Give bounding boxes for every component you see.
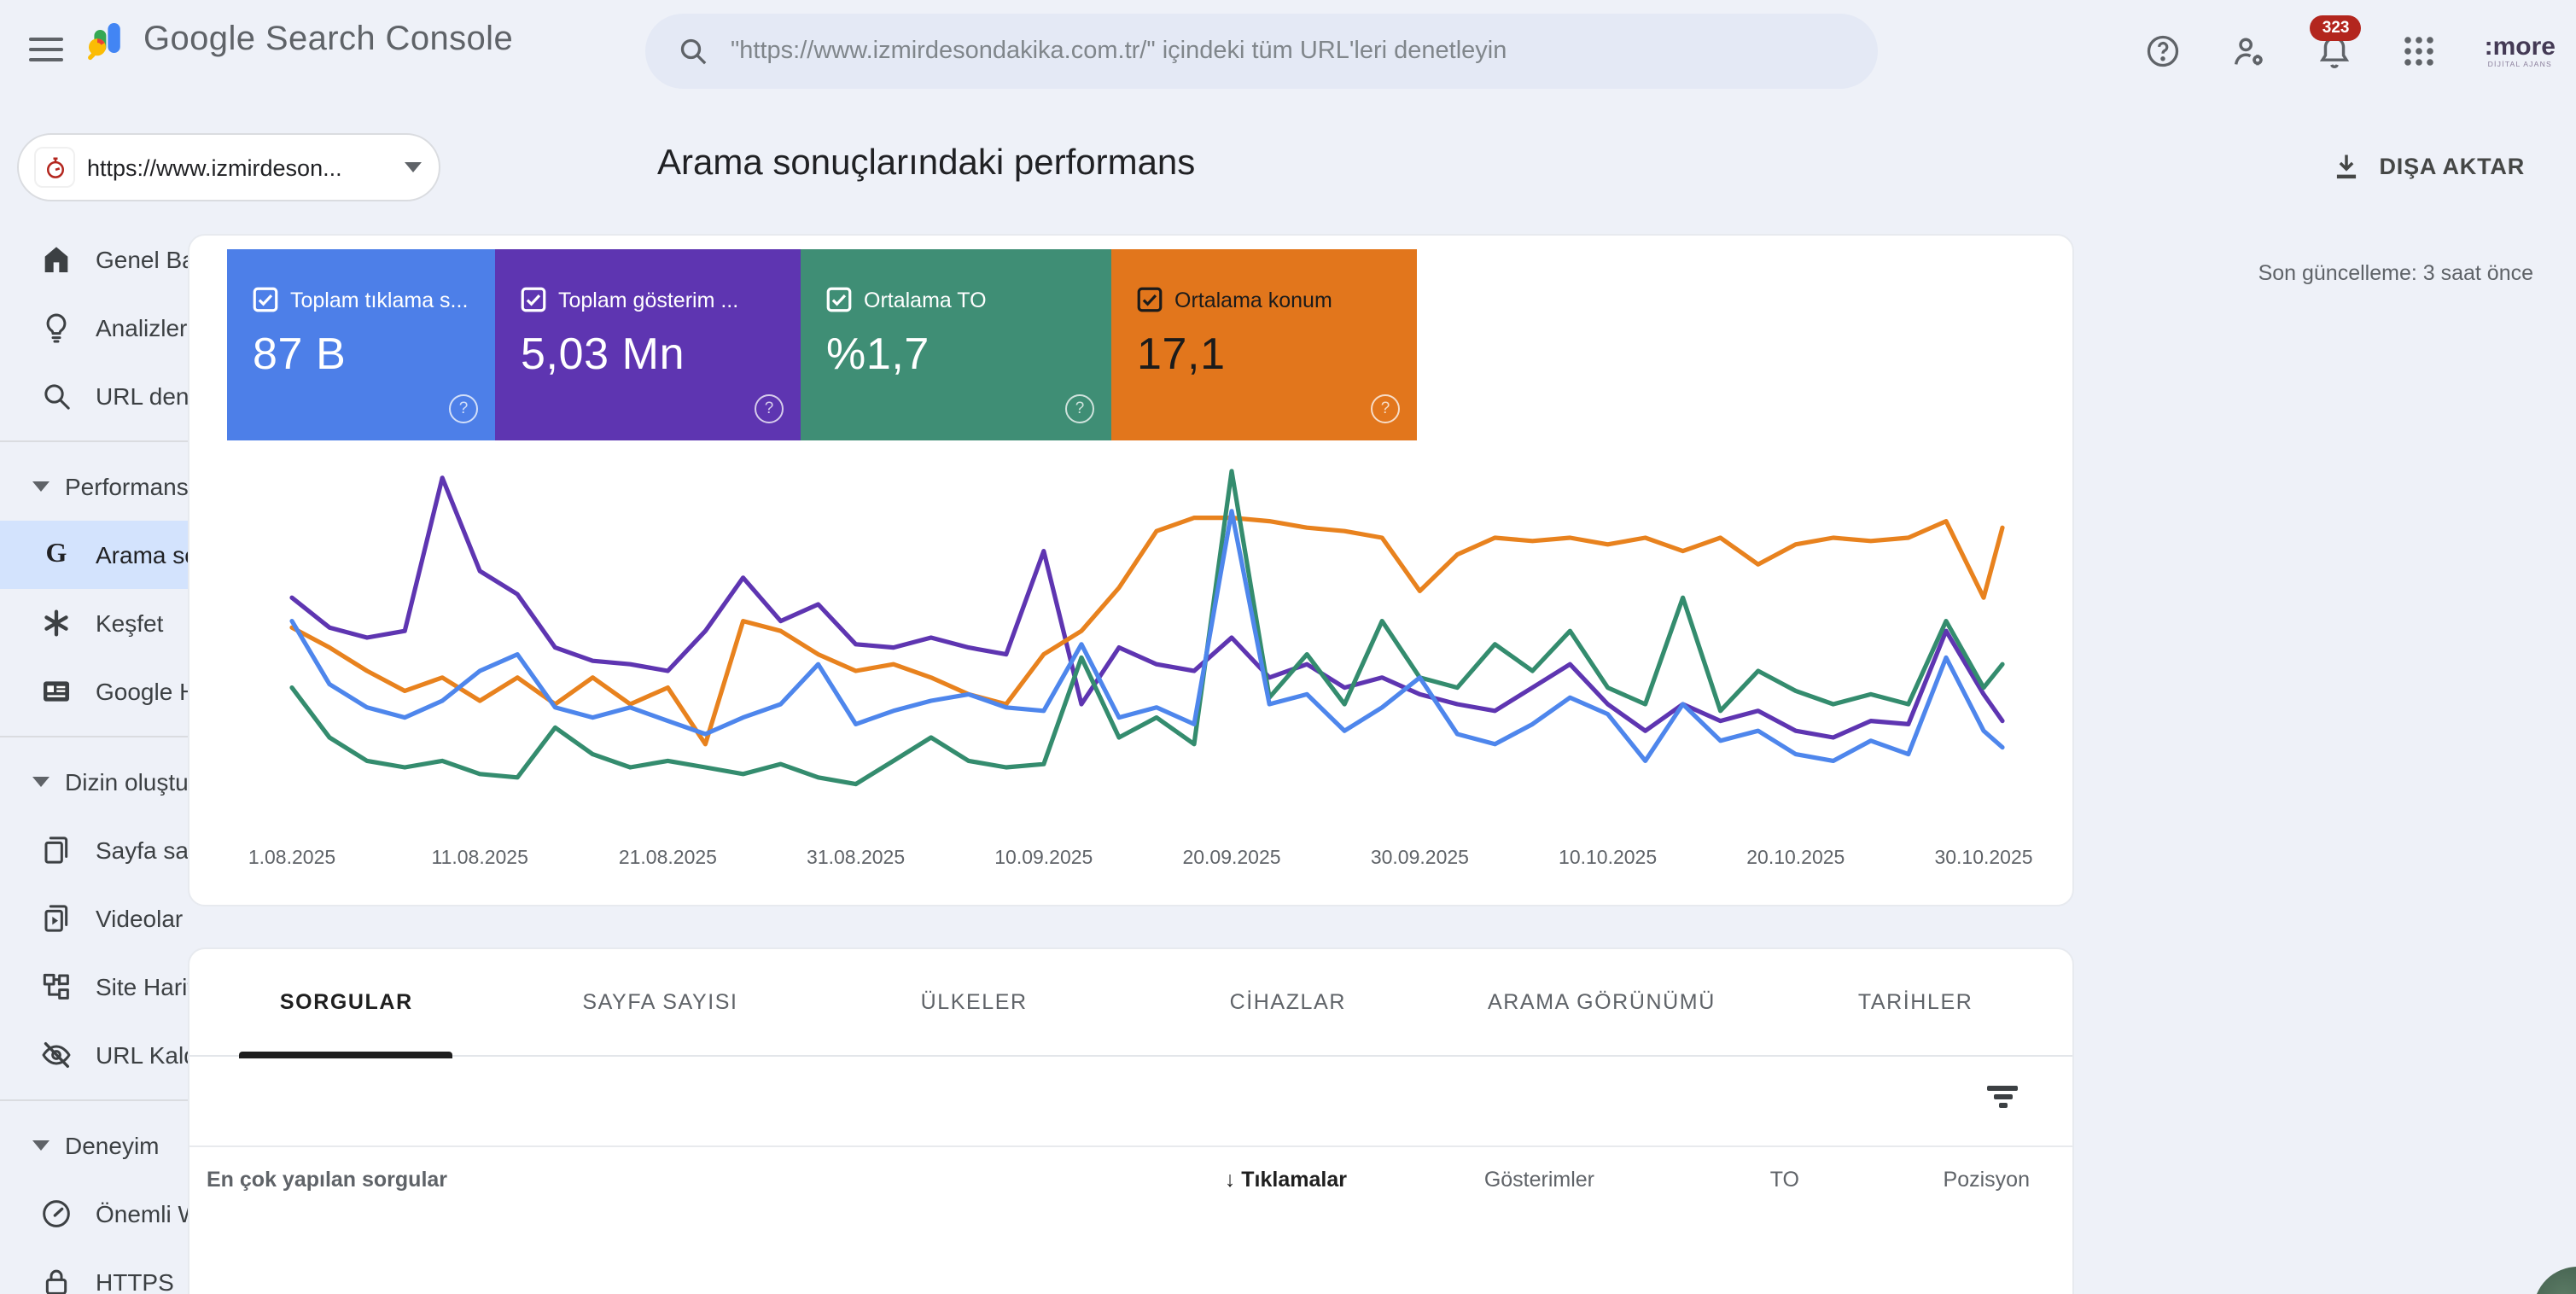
export-button[interactable]: DIŞA AKTAR [2330, 150, 2526, 183]
url-inspect-search[interactable]: "https://www.izmirdesondakika.com.tr/" i… [645, 14, 1878, 89]
tab-sorgular[interactable]: SORGULAR [189, 949, 504, 1055]
tab-sayfa-sayisi[interactable]: SAYFA SAYISI [504, 949, 818, 1055]
metric-value: 17,1 [1137, 328, 1226, 381]
eye-off-icon [39, 1038, 73, 1072]
notifications-bell-icon[interactable]: 323 [2314, 31, 2355, 72]
pages-icon [39, 833, 73, 867]
download-icon [2330, 150, 2363, 183]
home-icon [39, 242, 73, 277]
metric-label: Ortalama konum [1174, 288, 1332, 312]
chevron-down-icon [32, 1140, 50, 1151]
x-axis-label: 20.10.2025 [1746, 846, 1845, 868]
table-toolbar [189, 1057, 2072, 1147]
x-axis-label: 11.08.2025 [431, 846, 527, 868]
property-selector[interactable]: https://www.izmirdeson... [17, 133, 440, 201]
page-title: Arama sonuçlarındaki performans [657, 143, 1195, 184]
property-favicon-icon [36, 149, 73, 186]
metric-help-icon[interactable]: ? [1065, 394, 1094, 423]
menu-icon[interactable] [29, 38, 63, 65]
search-icon [39, 379, 73, 413]
metric-label: Toplam gösterim ... [558, 288, 738, 312]
checkbox-checked-icon[interactable] [1137, 287, 1163, 312]
dimension-tabs: SORGULARSAYFA SAYISIÜLKELERCİHAZLARARAMA… [189, 949, 2072, 1057]
filter-list-icon[interactable] [1987, 1086, 2018, 1110]
search-icon [676, 34, 710, 68]
metric-cards: Toplam tıklama s... 87 B ? Toplam göster… [227, 249, 1417, 440]
tab-tari̇hler[interactable]: TARİHLER [1758, 949, 2072, 1055]
search-console-logo-icon [82, 17, 128, 63]
metric-card-ortalama-to[interactable]: Ortalama TO %1,7 ? [801, 249, 1111, 440]
export-label: DIŞA AKTAR [2380, 154, 2526, 179]
sitemap-icon [39, 970, 73, 1004]
metric-help-icon[interactable]: ? [449, 394, 478, 423]
dimensions-table-card: SORGULARSAYFA SAYISIÜLKELERCİHAZLARARAMA… [188, 947, 2074, 1294]
news-icon [39, 674, 73, 708]
x-axis-label: 31.08.2025 [807, 846, 905, 868]
property-value: https://www.izmirdeson... [87, 154, 391, 180]
table-first-column-header[interactable]: En çok yapılan sorgular [207, 1168, 1091, 1192]
tab-arama-görünümü[interactable]: ARAMA GÖRÜNÜMÜ [1445, 949, 1759, 1055]
table-column-header-to[interactable]: TO [1594, 1168, 1799, 1192]
chevron-down-icon [32, 777, 50, 787]
lightbulb-icon [39, 311, 73, 345]
metric-help-icon[interactable]: ? [1371, 394, 1400, 423]
account-logo-text: :more [2485, 33, 2556, 59]
x-axis-label: 21.08.2025 [619, 846, 717, 868]
x-axis-label: 30.09.2025 [1371, 846, 1469, 868]
speedometer-icon [39, 1197, 73, 1231]
metric-card-ortalama-konum[interactable]: Ortalama konum 17,1 ? [1111, 249, 1417, 440]
metric-help-icon[interactable]: ? [755, 394, 784, 423]
tab-ülkeler[interactable]: ÜLKELER [817, 949, 1131, 1055]
metric-label: Toplam tıklama s... [290, 288, 468, 312]
x-axis-label: 10.10.2025 [1559, 846, 1657, 868]
metric-value: 5,03 Mn [521, 328, 685, 381]
x-axis-label: 1.08.2025 [248, 846, 335, 868]
chevron-down-icon [405, 162, 422, 172]
app-root: Google Search Console "https://www.izmir… [0, 0, 2576, 1294]
table-header-row: En çok yapılan sorgular↓ TıklamalarGöste… [189, 1147, 2072, 1192]
chevron-down-icon [32, 481, 50, 492]
last-update-text: Son güncelleme: 3 saat önce [2258, 261, 2533, 285]
video-icon [39, 901, 73, 936]
x-axis-label: 30.10.2025 [1934, 846, 2032, 868]
performance-line-chart[interactable]: 1.08.2025 11.08.2025 21.08.2025 31.08.2025 1… [227, 454, 2037, 881]
performance-chart-card: Toplam tıklama s... 87 B ? Toplam göster… [188, 234, 2074, 906]
x-axis-label: 20.09.2025 [1182, 846, 1280, 868]
lock-icon [39, 1265, 73, 1294]
checkbox-checked-icon[interactable] [253, 287, 278, 312]
apps-grid-icon[interactable] [2399, 31, 2440, 72]
account-avatar[interactable]: :more DİJİTAL AJANS [2485, 33, 2556, 69]
app-title: Google Search Console [143, 20, 513, 60]
account-logo-caption: DİJİTAL AJANS [2488, 61, 2552, 69]
table-column-header-gösterimler[interactable]: Gösterimler [1347, 1168, 1594, 1192]
asterisk-icon [39, 606, 73, 640]
table-column-header-pozisyon[interactable]: Pozisyon [1799, 1168, 2030, 1192]
chart-line-ortalama-to [292, 471, 2002, 784]
metric-card-toplam-tıklama-s-[interactable]: Toplam tıklama s... 87 B ? [227, 249, 495, 440]
checkbox-checked-icon[interactable] [826, 287, 852, 312]
metric-label: Ortalama TO [864, 288, 987, 312]
tab-ci̇hazlar[interactable]: CİHAZLAR [1131, 949, 1445, 1055]
app-logo[interactable]: Google Search Console [82, 17, 513, 63]
metric-value: %1,7 [826, 328, 930, 381]
x-axis-label: 10.09.2025 [994, 846, 1093, 868]
top-header: Google Search Console "https://www.izmir… [0, 0, 2576, 102]
metric-value: 87 B [253, 328, 346, 381]
notification-badge: 323 [2311, 15, 2362, 41]
table-column-header-tıklamalar[interactable]: ↓ Tıklamalar [1091, 1168, 1347, 1192]
checkbox-checked-icon[interactable] [521, 287, 546, 312]
user-settings-icon[interactable] [2229, 31, 2270, 72]
metric-card-toplam-gösterim-[interactable]: Toplam gösterim ... 5,03 Mn ? [495, 249, 801, 440]
search-placeholder: "https://www.izmirdesondakika.com.tr/" i… [731, 38, 1507, 65]
g-icon: G [39, 538, 73, 572]
help-icon[interactable] [2143, 31, 2184, 72]
